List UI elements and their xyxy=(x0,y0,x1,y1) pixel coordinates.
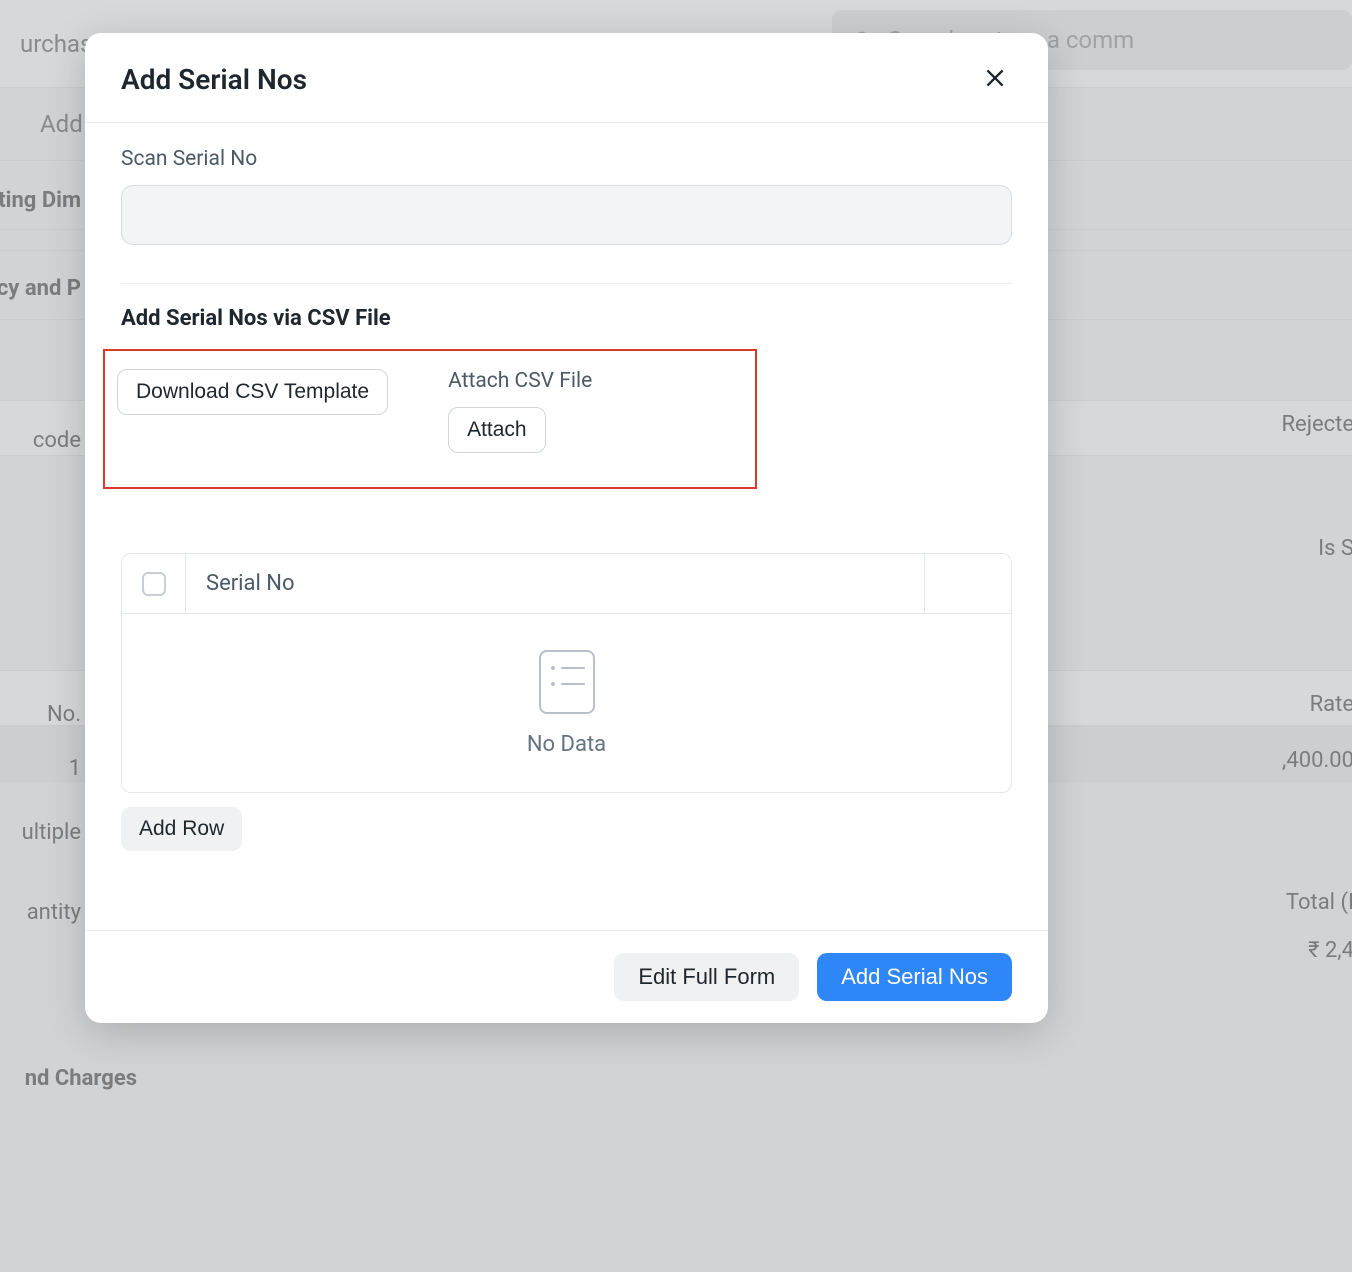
download-csv-template-button[interactable]: Download CSV Template xyxy=(117,369,388,415)
add-serial-nos-modal: Add Serial Nos Scan Serial No Add Serial… xyxy=(85,33,1048,1023)
modal-footer: Edit Full Form Add Serial Nos xyxy=(85,930,1048,1023)
table-header-tail xyxy=(925,554,1011,613)
scan-serial-input[interactable] xyxy=(121,185,1012,245)
close-button[interactable] xyxy=(978,61,1012,98)
attach-csv-label: Attach CSV File xyxy=(448,369,743,393)
csv-section-highlight: Download CSV Template Attach CSV File At… xyxy=(103,349,757,489)
modal-header: Add Serial Nos xyxy=(85,33,1048,123)
empty-document-icon xyxy=(539,650,595,714)
add-row-button[interactable]: Add Row xyxy=(121,807,242,851)
table-empty-state: No Data xyxy=(122,614,1011,792)
modal-title: Add Serial Nos xyxy=(121,63,307,96)
add-serial-nos-submit-button[interactable]: Add Serial Nos xyxy=(817,953,1012,1001)
serial-no-table: Serial No No Data xyxy=(121,553,1012,793)
attach-button[interactable]: Attach xyxy=(448,407,546,453)
section-divider xyxy=(121,283,1012,284)
close-icon xyxy=(982,65,1008,91)
csv-download-col: Download CSV Template xyxy=(117,369,388,415)
scan-serial-label: Scan Serial No xyxy=(121,147,1012,171)
table-header-serial: Serial No xyxy=(186,554,925,613)
csv-attach-col: Attach CSV File Attach xyxy=(448,369,743,453)
table-header-checkbox-cell xyxy=(122,554,186,613)
empty-text: No Data xyxy=(527,732,606,757)
add-row-area: Add Row xyxy=(121,807,1012,851)
select-all-checkbox[interactable] xyxy=(142,572,166,596)
modal-body: Scan Serial No Add Serial Nos via CSV Fi… xyxy=(85,123,1048,930)
edit-full-form-button[interactable]: Edit Full Form xyxy=(614,953,799,1001)
table-header-row: Serial No xyxy=(122,554,1011,614)
csv-section-heading: Add Serial Nos via CSV File xyxy=(121,306,1012,331)
